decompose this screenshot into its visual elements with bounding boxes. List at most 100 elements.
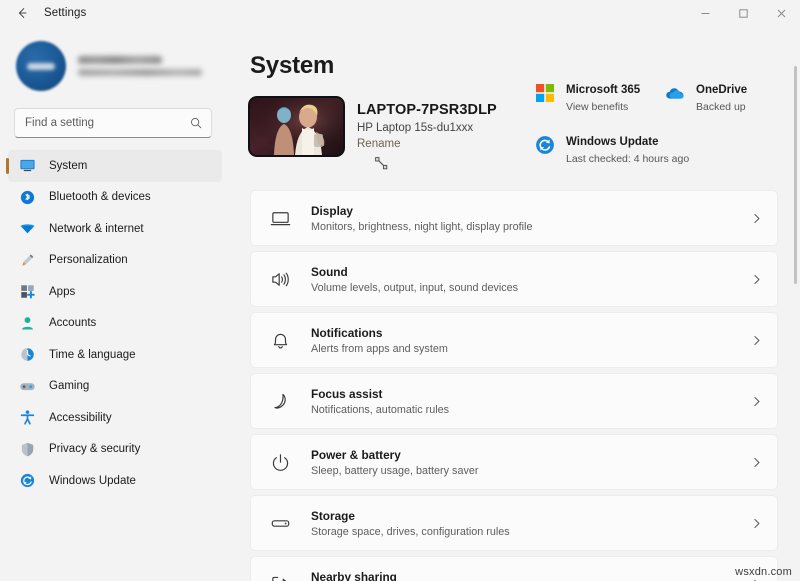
- card-subtitle: Backed up: [696, 101, 747, 113]
- settings-row-text: Display Monitors, brightness, night ligh…: [311, 204, 750, 233]
- display-monitor-icon: [267, 205, 293, 231]
- row-title: Notifications: [311, 326, 750, 340]
- speaker-icon: [267, 266, 293, 292]
- close-button[interactable]: [762, 0, 800, 26]
- row-subtitle: Volume levels, output, input, sound devi…: [311, 282, 750, 294]
- accessibility-icon: [18, 409, 36, 427]
- bell-icon: [267, 327, 293, 353]
- sidebar-item-label: Windows Update: [49, 475, 136, 487]
- onedrive-card[interactable]: OneDrive Backed up: [662, 78, 780, 115]
- chevron-right-icon: [750, 395, 763, 408]
- chevron-right-icon: [750, 578, 763, 581]
- device-model: HP Laptop 15s-du1xxx: [357, 122, 497, 134]
- device-name: LAPTOP-7PSR3DLP: [357, 102, 497, 118]
- settings-row-notifications[interactable]: Notifications Alerts from apps and syste…: [250, 312, 778, 368]
- settings-row-display[interactable]: Display Monitors, brightness, night ligh…: [250, 190, 778, 246]
- sidebar-item-label: System: [49, 160, 87, 172]
- sidebar-item-privacy-security[interactable]: Privacy & security: [8, 434, 222, 466]
- back-button[interactable]: [6, 1, 38, 25]
- row-subtitle: Storage space, drives, configuration rul…: [311, 526, 750, 538]
- clock-globe-icon: [18, 346, 36, 364]
- chevron-right-icon: [750, 212, 763, 225]
- row-title: Power & battery: [311, 448, 750, 462]
- settings-row-text: Focus assist Notifications, automatic ru…: [311, 387, 750, 416]
- window-body: System Bluetooth & devices: [0, 26, 800, 581]
- drive-icon: [267, 510, 293, 536]
- onedrive-cloud-icon: [664, 82, 686, 104]
- window-title: Settings: [44, 7, 86, 19]
- maximize-button[interactable]: [724, 0, 762, 26]
- chevron-right-icon: [750, 517, 763, 530]
- settings-row-focus-assist[interactable]: Focus assist Notifications, automatic ru…: [250, 373, 778, 429]
- main-scrollbar[interactable]: [794, 66, 797, 566]
- microsoft-logo-icon: [534, 82, 556, 104]
- microsoft-365-card[interactable]: Microsoft 365 View benefits: [532, 78, 662, 115]
- search-box[interactable]: [14, 108, 212, 138]
- gamepad-icon: [18, 377, 36, 395]
- sidebar-item-time-language[interactable]: Time & language: [8, 339, 222, 371]
- sidebar-item-label: Apps: [49, 286, 75, 298]
- microsoft-365-text: Microsoft 365 View benefits: [566, 80, 640, 113]
- row-title: Sound: [311, 265, 750, 279]
- settings-row-text: Storage Storage space, drives, configura…: [311, 509, 750, 538]
- settings-row-sound[interactable]: Sound Volume levels, output, input, soun…: [250, 251, 778, 307]
- scrollbar-thumb[interactable]: [794, 66, 797, 284]
- row-title: Nearby sharing: [311, 570, 750, 581]
- settings-window: Settings: [0, 0, 800, 581]
- card-title: Microsoft 365: [566, 84, 640, 96]
- minimize-button[interactable]: [686, 0, 724, 26]
- settings-list: Display Monitors, brightness, night ligh…: [250, 190, 784, 581]
- bluetooth-icon: [18, 188, 36, 206]
- chevron-right-icon: [750, 273, 763, 286]
- search-input[interactable]: [25, 117, 185, 129]
- sidebar-item-gaming[interactable]: Gaming: [8, 371, 222, 403]
- card-title: Windows Update: [566, 136, 659, 148]
- titlebar: Settings: [0, 0, 800, 26]
- window-controls: [686, 0, 800, 26]
- settings-row-nearby-sharing[interactable]: Nearby sharing Discoverability, received…: [250, 556, 778, 581]
- sidebar-item-label: Privacy & security: [49, 443, 140, 455]
- sidebar-nav: System Bluetooth & devices: [0, 148, 222, 581]
- wifi-icon: [18, 220, 36, 238]
- desktop-wallpaper-thumbnail: [250, 98, 343, 155]
- sidebar-item-label: Bluetooth & devices: [49, 191, 151, 203]
- windows-update-text: Windows Update Last checked: 4 hours ago: [566, 132, 689, 165]
- sidebar-item-system[interactable]: System: [8, 150, 222, 182]
- settings-row-text: Notifications Alerts from apps and syste…: [311, 326, 750, 355]
- sidebar-item-apps[interactable]: Apps: [8, 276, 222, 308]
- chevron-right-icon: [750, 334, 763, 347]
- sidebar-item-label: Network & internet: [49, 223, 144, 235]
- update-refresh-icon: [18, 472, 36, 490]
- sidebar-item-personalization[interactable]: Personalization: [8, 245, 222, 277]
- user-profile[interactable]: [0, 26, 222, 104]
- paintbrush-icon: [18, 251, 36, 269]
- profile-email-redacted: [78, 69, 202, 76]
- windows-update-card[interactable]: Windows Update Last checked: 4 hours ago: [532, 130, 732, 167]
- power-icon: [267, 449, 293, 475]
- settings-row-text: Sound Volume levels, output, input, soun…: [311, 265, 750, 294]
- card-subtitle: Last checked: 4 hours ago: [566, 153, 689, 165]
- row-subtitle: Sleep, battery usage, battery saver: [311, 465, 750, 477]
- sidebar-item-accounts[interactable]: Accounts: [8, 308, 222, 340]
- sidebar-item-bluetooth-devices[interactable]: Bluetooth & devices: [8, 182, 222, 214]
- back-arrow-icon: [15, 6, 29, 20]
- chevron-right-icon: [750, 456, 763, 469]
- sidebar-item-network-internet[interactable]: Network & internet: [8, 213, 222, 245]
- row-subtitle: Notifications, automatic rules: [311, 404, 750, 416]
- rename-link[interactable]: Rename: [357, 138, 400, 150]
- sidebar-item-accessibility[interactable]: Accessibility: [8, 402, 222, 434]
- row-title: Focus assist: [311, 387, 750, 401]
- share-icon: [267, 571, 293, 581]
- search-container: [0, 104, 222, 148]
- sidebar-item-label: Time & language: [49, 349, 136, 361]
- row-title: Display: [311, 204, 750, 218]
- monitor-icon: [18, 157, 36, 175]
- person-icon: [18, 314, 36, 332]
- settings-row-storage[interactable]: Storage Storage space, drives, configura…: [250, 495, 778, 551]
- sidebar-item-windows-update[interactable]: Windows Update: [8, 465, 222, 497]
- card-title: OneDrive: [696, 84, 747, 96]
- settings-row-power-battery[interactable]: Power & battery Sleep, battery usage, ba…: [250, 434, 778, 490]
- settings-row-text: Power & battery Sleep, battery usage, ba…: [311, 448, 750, 477]
- sidebar: System Bluetooth & devices: [0, 26, 228, 581]
- apps-icon: [18, 283, 36, 301]
